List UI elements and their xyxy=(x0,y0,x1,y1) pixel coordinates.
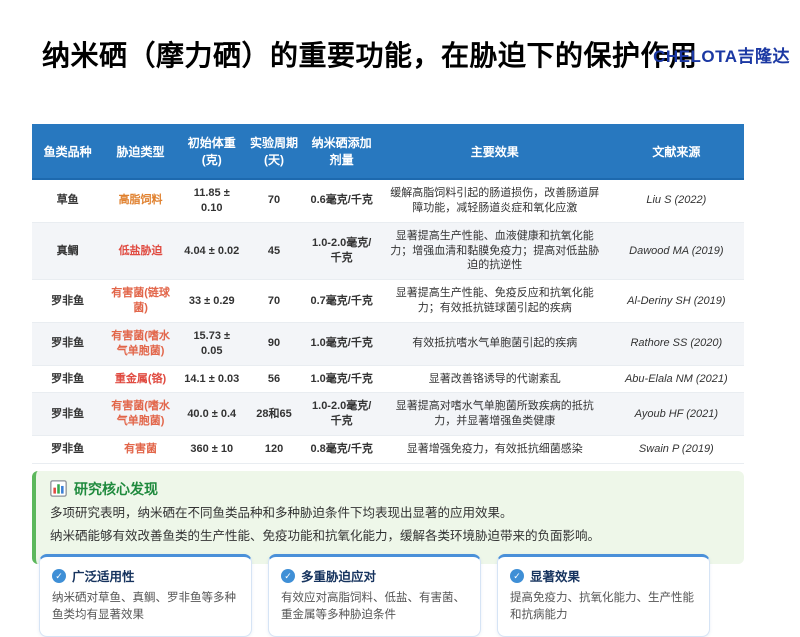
card-broad-applicability: ✓ 广泛适用性 纳米硒对草鱼、真鲷、罗非鱼等多种鱼类均有显著效果 xyxy=(39,554,252,637)
column-header-effect: 主要效果 xyxy=(381,124,609,179)
card-significant-effect: ✓ 显著效果 提高免疫力、抗氧化能力、生产性能和抗病能力 xyxy=(497,554,710,637)
cell-species: 罗非鱼 xyxy=(32,365,103,393)
card-body: 纳米硒对草鱼、真鲷、罗非鱼等多种鱼类均有显著效果 xyxy=(52,590,239,625)
table-header-row: 鱼类品种 胁迫类型 初始体重(克) 实验周期(天) 纳米硒添加剂量 主要效果 文… xyxy=(32,124,744,179)
cell-source: Dawood MA (2019) xyxy=(609,222,744,280)
cell-period: 70 xyxy=(246,280,303,323)
table-row: 草鱼高脂饲料11.85 ± 0.10700.6毫克/千克缓解高脂饲料引起的肠道损… xyxy=(32,179,744,222)
column-header-stress: 胁迫类型 xyxy=(103,124,178,179)
card-body: 有效应对高脂饲料、低盐、有害菌、重金属等多种胁迫条件 xyxy=(281,590,468,625)
cell-weight: 11.85 ± 0.10 xyxy=(178,179,246,222)
cell-period: 45 xyxy=(246,222,303,280)
cell-dose: 1.0-2.0毫克/千克 xyxy=(303,222,381,280)
check-circle-icon: ✓ xyxy=(52,569,66,583)
key-findings-panel: 研究核心发现 多项研究表明，纳米硒在不同鱼类品种和多种胁迫条件下均表现出显著的应… xyxy=(32,471,744,564)
check-circle-icon: ✓ xyxy=(510,569,524,583)
cell-source: Abu-Elala NM (2021) xyxy=(609,365,744,393)
summary-cards: ✓ 广泛适用性 纳米硒对草鱼、真鲷、罗非鱼等多种鱼类均有显著效果 ✓ 多重胁迫应… xyxy=(32,554,744,637)
table-row: 罗非鱼有害菌(嗜水气单胞菌)40.0 ± 0.428和651.0-2.0毫克/千… xyxy=(32,393,744,436)
cell-stress: 有害菌(链球菌) xyxy=(103,280,178,323)
research-table: 鱼类品种 胁迫类型 初始体重(克) 实验周期(天) 纳米硒添加剂量 主要效果 文… xyxy=(32,124,744,464)
cell-effect: 缓解高脂饲料引起的肠道损伤，改善肠道屏障功能，减轻肠道炎症和氧化应激 xyxy=(381,179,609,222)
table-row: 罗非鱼重金属(铬)14.1 ± 0.03561.0毫克/千克显著改善铬诱导的代谢… xyxy=(32,365,744,393)
card-title: 显著效果 xyxy=(530,566,580,585)
cell-period: 120 xyxy=(246,436,303,464)
column-header-species: 鱼类品种 xyxy=(32,124,103,179)
findings-line-1: 多项研究表明，纳米硒在不同鱼类品种和多种胁迫条件下均表现出显著的应用效果。 xyxy=(50,502,730,525)
cell-dose: 0.6毫克/千克 xyxy=(303,179,381,222)
cell-species: 真鲷 xyxy=(32,222,103,280)
card-multi-stress: ✓ 多重胁迫应对 有效应对高脂饲料、低盐、有害菌、重金属等多种胁迫条件 xyxy=(268,554,481,637)
cell-dose: 0.7毫克/千克 xyxy=(303,280,381,323)
cell-source: Rathore SS (2020) xyxy=(609,322,744,365)
cell-period: 90 xyxy=(246,322,303,365)
cell-source: Swain P (2019) xyxy=(609,436,744,464)
cell-period: 28和65 xyxy=(246,393,303,436)
cell-dose: 0.8毫克/千克 xyxy=(303,436,381,464)
cell-effect: 显著改善铬诱导的代谢紊乱 xyxy=(381,365,609,393)
main-content: 鱼类品种 胁迫类型 初始体重(克) 实验周期(天) 纳米硒添加剂量 主要效果 文… xyxy=(32,124,744,637)
cell-stress: 高脂饲料 xyxy=(103,179,178,222)
findings-title: 研究核心发现 xyxy=(74,479,158,499)
cell-species: 罗非鱼 xyxy=(32,393,103,436)
cell-species: 罗非鱼 xyxy=(32,322,103,365)
card-title: 广泛适用性 xyxy=(72,566,135,585)
cell-effect: 显著增强免疫力，有效抵抗细菌感染 xyxy=(381,436,609,464)
cell-stress: 有害菌(嗜水气单胞菌) xyxy=(103,393,178,436)
column-header-source: 文献来源 xyxy=(609,124,744,179)
cell-effect: 显著提高对嗜水气单胞菌所致疾病的抵抗力，并显著增强鱼类健康 xyxy=(381,393,609,436)
cell-effect: 显著提高生产性能、血液健康和抗氧化能力；增强血清和黏膜免疫力；提高对低盐胁迫的抗… xyxy=(381,222,609,280)
cell-dose: 1.0毫克/千克 xyxy=(303,365,381,393)
table-row: 罗非鱼有害菌(嗜水气单胞菌)15.73 ± 0.05901.0毫克/千克有效抵抗… xyxy=(32,322,744,365)
cell-source: Ayoub HF (2021) xyxy=(609,393,744,436)
check-circle-icon: ✓ xyxy=(281,569,295,583)
column-header-weight: 初始体重(克) xyxy=(178,124,246,179)
cell-weight: 4.04 ± 0.02 xyxy=(178,222,246,280)
company-logo: CHELOTA吉隆达 xyxy=(653,42,790,67)
bar-chart-icon xyxy=(50,480,67,497)
table-row: 罗非鱼有害菌360 ± 101200.8毫克/千克显著增强免疫力，有效抵抗细菌感… xyxy=(32,436,744,464)
table-row: 罗非鱼有害菌(链球菌)33 ± 0.29700.7毫克/千克显著提高生产性能、免… xyxy=(32,280,744,323)
cell-weight: 14.1 ± 0.03 xyxy=(178,365,246,393)
cell-weight: 360 ± 10 xyxy=(178,436,246,464)
cell-species: 罗非鱼 xyxy=(32,280,103,323)
cell-period: 70 xyxy=(246,179,303,222)
cell-weight: 33 ± 0.29 xyxy=(178,280,246,323)
card-body: 提高免疫力、抗氧化能力、生产性能和抗病能力 xyxy=(510,590,697,625)
cell-species: 草鱼 xyxy=(32,179,103,222)
table-body: 草鱼高脂饲料11.85 ± 0.10700.6毫克/千克缓解高脂饲料引起的肠道损… xyxy=(32,179,744,463)
cell-stress: 低盐胁迫 xyxy=(103,222,178,280)
column-header-dose: 纳米硒添加剂量 xyxy=(303,124,381,179)
cell-species: 罗非鱼 xyxy=(32,436,103,464)
cell-effect: 有效抵抗嗜水气单胞菌引起的疾病 xyxy=(381,322,609,365)
cell-weight: 40.0 ± 0.4 xyxy=(178,393,246,436)
cell-stress: 重金属(铬) xyxy=(103,365,178,393)
cell-period: 56 xyxy=(246,365,303,393)
cell-dose: 1.0-2.0毫克/千克 xyxy=(303,393,381,436)
cell-stress: 有害菌 xyxy=(103,436,178,464)
cell-source: Liu S (2022) xyxy=(609,179,744,222)
column-header-period: 实验周期(天) xyxy=(246,124,303,179)
table-row: 真鲷低盐胁迫4.04 ± 0.02451.0-2.0毫克/千克显著提高生产性能、… xyxy=(32,222,744,280)
findings-line-2: 纳米硒能够有效改善鱼类的生产性能、免疫功能和抗氧化能力，缓解各类环境胁迫带来的负… xyxy=(50,525,730,548)
cell-dose: 1.0毫克/千克 xyxy=(303,322,381,365)
cell-effect: 显著提高生产性能、免疫反应和抗氧化能力；有效抵抗链球菌引起的疾病 xyxy=(381,280,609,323)
card-title: 多重胁迫应对 xyxy=(301,566,376,585)
cell-source: Al-Deriny SH (2019) xyxy=(609,280,744,323)
cell-weight: 15.73 ± 0.05 xyxy=(178,322,246,365)
cell-stress: 有害菌(嗜水气单胞菌) xyxy=(103,322,178,365)
